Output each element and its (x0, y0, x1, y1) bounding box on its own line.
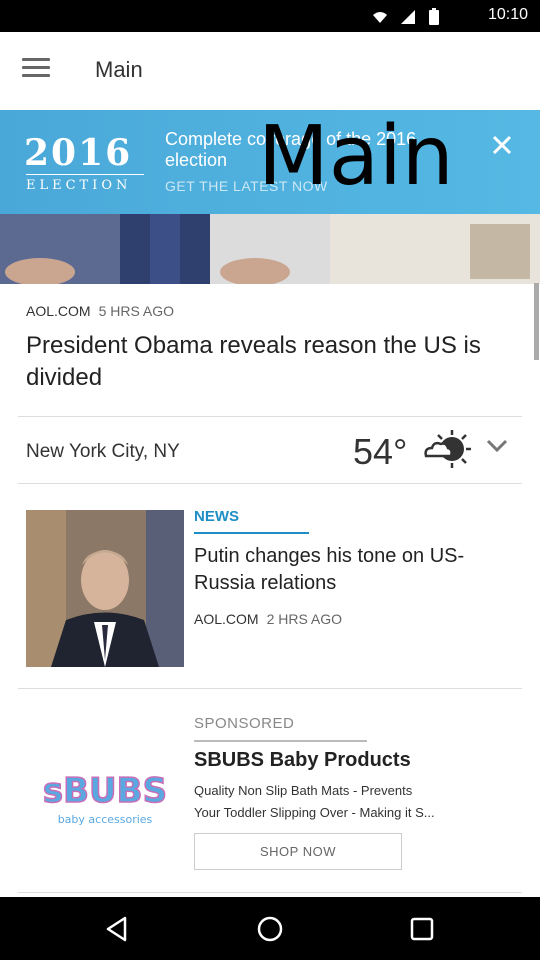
banner-election-word: ELECTION (26, 178, 132, 193)
chevron-down-icon[interactable] (486, 439, 508, 453)
status-time: 10:10 (487, 6, 528, 23)
banner-year: 2016 (24, 132, 133, 174)
battery-icon (429, 8, 439, 25)
divider (18, 892, 522, 893)
sponsored-label: SPONSORED (194, 715, 295, 732)
news-time: 2 HRS AGO (266, 611, 343, 627)
back-icon[interactable] (102, 914, 132, 944)
sponsored-underline (194, 740, 367, 742)
divider (18, 688, 522, 689)
status-bar: 10:10 (0, 0, 540, 32)
wifi-icon (373, 12, 387, 23)
banner-divider (26, 174, 144, 175)
system-nav-bar (0, 897, 540, 960)
sponsored-desc-line1: Quality Non Slip Bath Mats - Prevents (194, 783, 413, 798)
home-icon[interactable] (255, 914, 285, 944)
weather-city: New York City, NY (26, 441, 180, 462)
story-source: AOL.COM (26, 303, 91, 319)
sponsored-title[interactable]: SBUBS Baby Products (194, 749, 411, 772)
sponsored-description: Quality Non Slip Bath Mats - Prevents Yo… (194, 780, 514, 824)
scrollbar[interactable] (534, 283, 539, 360)
overlay-title: Main (258, 109, 454, 204)
partly-cloudy-icon (424, 430, 471, 468)
recents-icon[interactable] (407, 914, 437, 944)
news-category-label: NEWS (194, 508, 239, 525)
sponsored-desc-line2: Your Toddler Slipping Over - Making it S… (194, 805, 435, 820)
signal-icon (401, 10, 415, 24)
news-thumbnail[interactable] (26, 510, 184, 667)
story-meta: AOL.COM 5 HRS AGO (26, 303, 174, 319)
sbubs-logo[interactable]: sBUBS baby accessories (30, 768, 180, 828)
story-headline[interactable]: President Obama reveals reason the US is… (26, 330, 506, 394)
app-bar (0, 32, 540, 111)
shop-now-button[interactable]: SHOP NOW (194, 833, 402, 870)
story-time: 5 HRS AGO (98, 303, 175, 319)
news-headline[interactable]: Putin changes his tone on US-Russia rela… (194, 543, 514, 597)
news-meta: AOL.COM 2 HRS AGO (194, 611, 342, 627)
menu-icon[interactable] (22, 58, 50, 82)
weather-temp: 54° (353, 431, 408, 472)
svg-text:sBUBS: sBUBS (43, 771, 167, 811)
status-icons (372, 8, 440, 26)
hero-image[interactable] (0, 214, 540, 284)
weather-widget[interactable]: New York City, NY 54° (18, 416, 522, 484)
news-label-underline (194, 532, 309, 534)
news-source: AOL.COM (194, 611, 259, 627)
page-title: Main (95, 57, 143, 82)
close-icon[interactable] (487, 130, 517, 160)
svg-text:baby accessories: baby accessories (58, 813, 153, 826)
